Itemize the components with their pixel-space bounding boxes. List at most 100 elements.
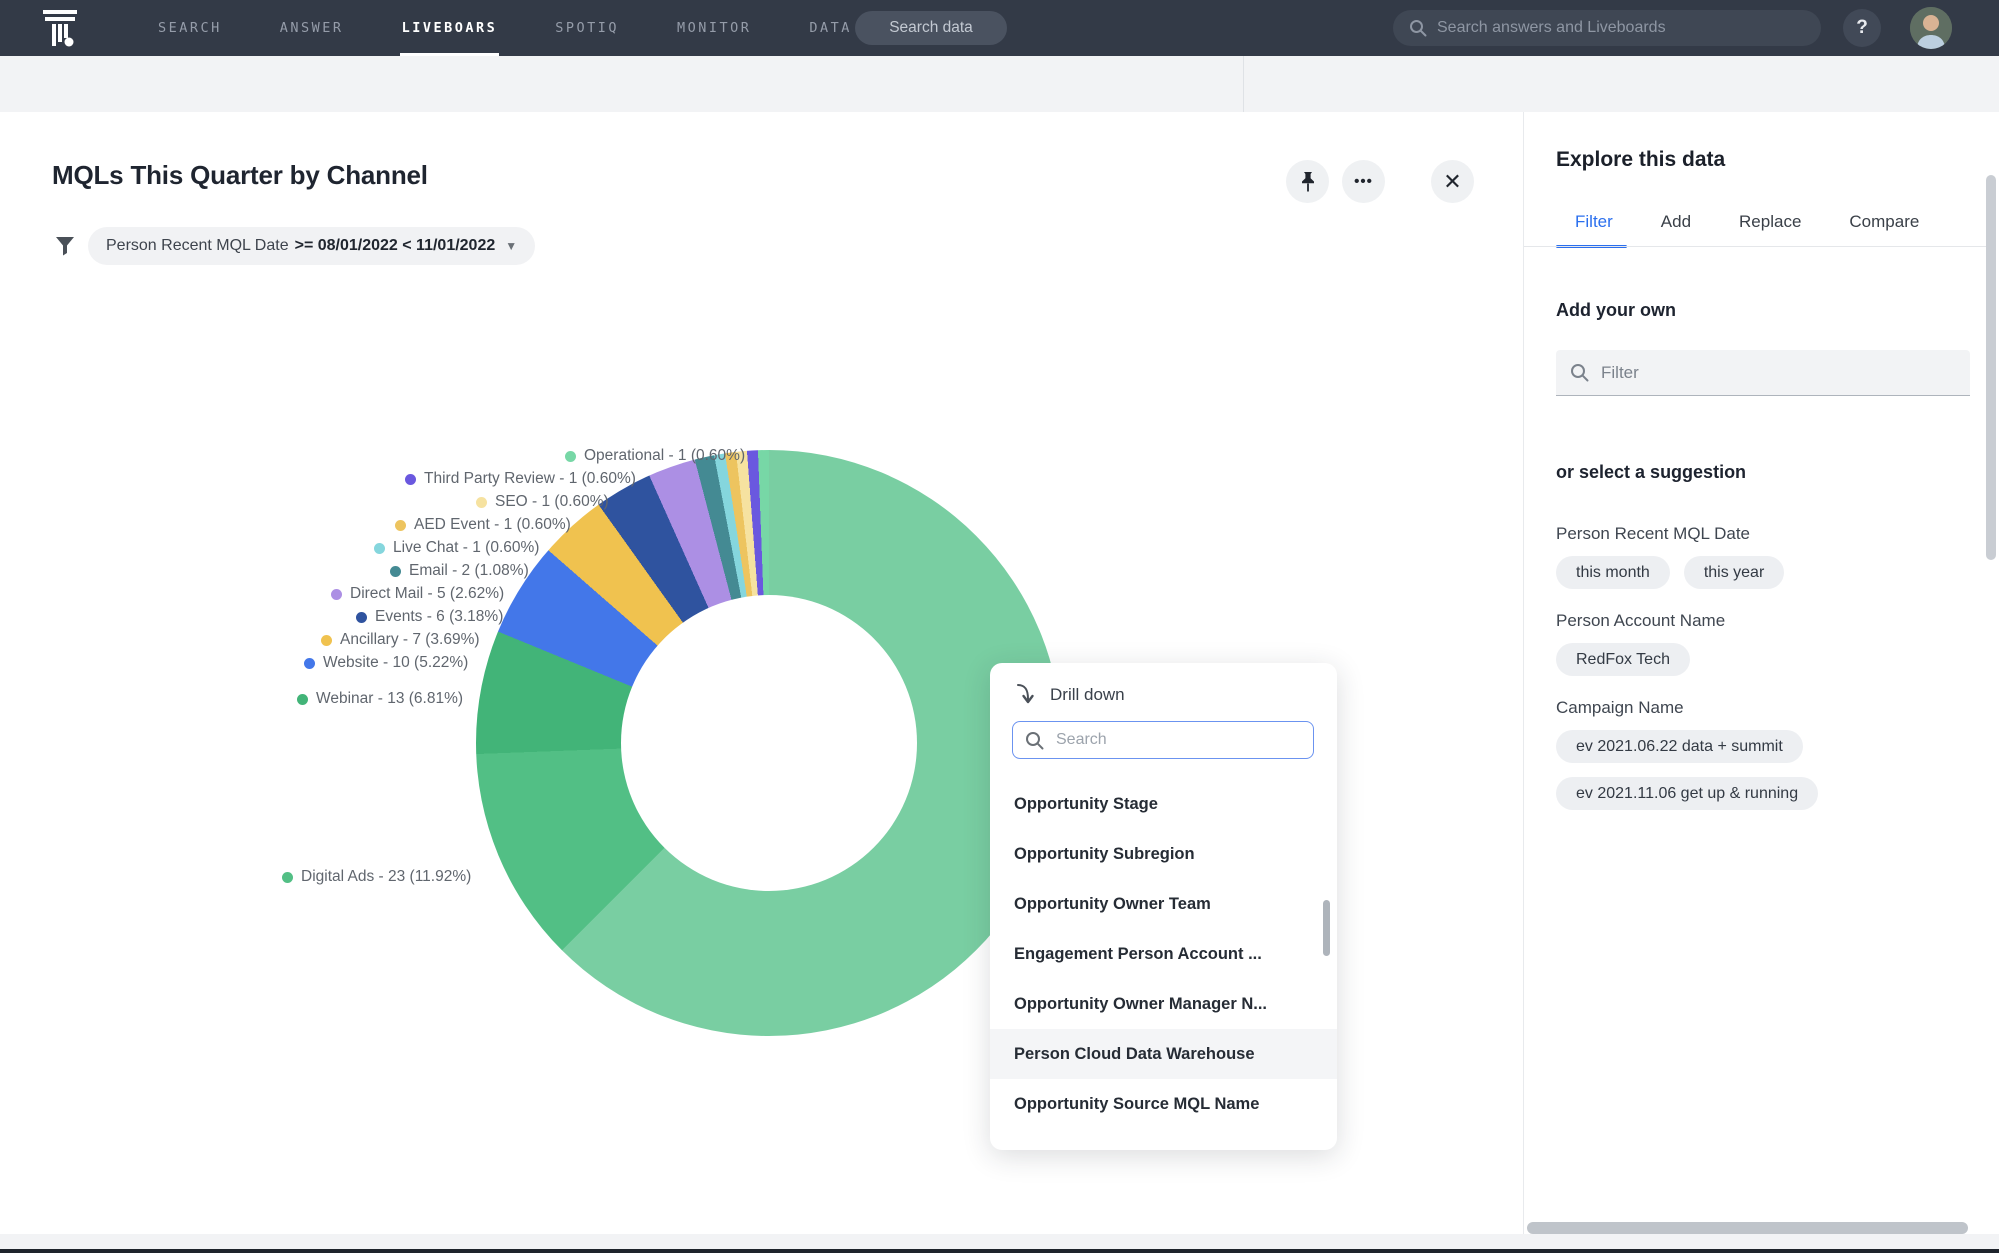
search-data-button[interactable]: Search data — [855, 11, 1007, 45]
suggestion-field-label: Campaign Name — [1556, 698, 1684, 717]
legend-dot — [395, 519, 406, 531]
legend-dot — [476, 496, 487, 508]
legend-item[interactable]: Ancillary - 7 (3.69%) — [321, 631, 480, 649]
search-icon — [1026, 731, 1044, 749]
tab-add[interactable]: Add — [1661, 212, 1691, 248]
legend-label: SEO - 1 (0.60%) — [495, 493, 609, 510]
legend-label: Ancillary - 7 (3.69%) — [340, 631, 480, 648]
user-avatar[interactable] — [1910, 7, 1952, 49]
drill-down-icon — [1017, 684, 1034, 704]
panel-filter-input[interactable]: Filter — [1556, 350, 1970, 396]
bottom-strip — [0, 1234, 1999, 1249]
legend-item[interactable]: Email - 2 (1.08%) — [390, 562, 529, 580]
nav-item-answer[interactable]: ANSWER — [280, 0, 344, 56]
more-options-button[interactable]: ••• — [1342, 160, 1385, 203]
drilldown-popup: Drill down Search Opportunity Stage Oppor… — [990, 663, 1337, 1150]
suggestion-group: Campaign Name ev 2021.06.22 data + summit… — [1556, 698, 1976, 810]
suggestion-chip[interactable]: this month — [1556, 556, 1670, 589]
legend-item[interactable]: Webinar - 13 (6.81%) — [297, 690, 463, 708]
viz-actions: ••• ✕ — [1286, 160, 1474, 203]
add-your-own-heading: Add your own — [1556, 300, 1676, 320]
legend-item[interactable]: Events - 6 (3.18%) — [356, 608, 503, 626]
drilldown-title: Drill down — [1050, 685, 1125, 704]
tab-compare[interactable]: Compare — [1849, 212, 1919, 248]
legend-label: AED Event - 1 (0.60%) — [414, 516, 571, 533]
suggestion-groups: Person Recent MQL Date this month this yea… — [1556, 502, 1976, 820]
help-button[interactable]: ? — [1843, 9, 1881, 47]
bottom-edge-bar — [0, 1249, 1999, 1253]
filter-funnel-icon — [56, 237, 74, 256]
nav-item-search[interactable]: SEARCH — [158, 0, 222, 56]
drilldown-item[interactable]: Opportunity Stage — [990, 779, 1337, 829]
global-search-input[interactable]: Search answers and Liveboards — [1393, 10, 1821, 46]
drilldown-item[interactable]: Opportunity Source MQL Name — [990, 1079, 1337, 1129]
suggestion-chips: this month this year — [1556, 556, 1976, 589]
date-filter-chip[interactable]: Person Recent MQL Date >= 08/01/2022 < 1… — [88, 227, 536, 265]
viz-title: MQLs This Quarter by Channel — [52, 160, 428, 190]
thoughtspot-logo-icon[interactable] — [42, 9, 78, 47]
avatar-photo — [1910, 7, 1952, 49]
suggestion-field-label: Person Recent MQL Date — [1556, 524, 1751, 543]
drilldown-item[interactable]: Engagement Person Account ... — [990, 929, 1337, 979]
nav-item-liveboars[interactable]: LIVEBOARS — [399, 0, 499, 56]
drilldown-search-input[interactable]: Search — [1012, 721, 1314, 759]
suggestion-field-label: Person Account Name — [1556, 611, 1726, 630]
search-icon — [1410, 20, 1427, 37]
pin-button[interactable] — [1286, 160, 1329, 203]
explore-tabs: Filter Add Replace Compare — [1556, 212, 1919, 248]
panel-vertical-scrollbar[interactable] — [1986, 175, 1996, 560]
tab-replace[interactable]: Replace — [1739, 212, 1801, 248]
legend-item[interactable]: SEO - 1 (0.60%) — [476, 493, 609, 511]
legend-dot — [356, 611, 367, 623]
drilldown-scrollbar[interactable] — [1323, 900, 1330, 956]
explore-panel-title: Explore this data — [1556, 148, 1726, 171]
panel-filter-placeholder: Filter — [1601, 362, 1639, 382]
filter-field: Person Recent MQL Date — [106, 237, 289, 254]
chevron-down-icon: ▼ — [505, 239, 518, 253]
suggestion-chips: ev 2021.06.22 data + summit ev 2021.11.06… — [1556, 730, 1976, 810]
suggestion-chips: RedFox Tech — [1556, 643, 1976, 676]
drilldown-item[interactable]: Opportunity Owner Team — [990, 879, 1337, 929]
suggestion-chip[interactable]: RedFox Tech — [1556, 643, 1690, 676]
legend-dot — [297, 693, 308, 705]
legend-label: Third Party Review - 1 (0.60%) — [424, 470, 636, 487]
legend-label: Direct Mail - 5 (2.62%) — [350, 585, 505, 602]
nav-item-monitor[interactable]: MONITOR — [677, 0, 751, 56]
legend-dot — [321, 634, 332, 646]
legend-dot — [390, 565, 401, 577]
legend-item[interactable]: Website - 10 (5.22%) — [304, 654, 468, 672]
suggestion-heading: or select a suggestion — [1556, 462, 1747, 482]
legend-item[interactable]: Live Chat - 1 (0.60%) — [374, 539, 539, 557]
legend-item[interactable]: AED Event - 1 (0.60%) — [395, 516, 571, 534]
legend-item[interactable]: Third Party Review - 1 (0.60%) — [405, 470, 636, 488]
suggestion-group: Person Recent MQL Date this month this yea… — [1556, 524, 1976, 589]
tab-filter[interactable]: Filter — [1556, 212, 1627, 248]
legend-dot — [331, 588, 342, 600]
legend-item[interactable]: Operational - 1 (0.60%) — [565, 447, 745, 465]
pin-icon — [1301, 171, 1314, 191]
legend-item[interactable]: Digital Ads - 23 (11.92%) — [282, 868, 471, 886]
legend-label: Events - 6 (3.18%) — [375, 608, 504, 625]
strip-divider — [1243, 56, 1244, 112]
legend-label: Website - 10 (5.22%) — [323, 654, 469, 671]
drilldown-item[interactable]: Person Cloud Data Warehouse — [990, 1029, 1337, 1079]
drilldown-header: Drill down — [1014, 683, 1125, 707]
drilldown-item[interactable]: Opportunity Subregion — [990, 829, 1337, 879]
page-background-strip — [0, 56, 1999, 112]
drilldown-search-placeholder: Search — [1056, 731, 1107, 748]
filter-condition: >= 08/01/2022 < 11/01/2022 — [294, 237, 496, 254]
search-icon — [1571, 364, 1589, 382]
suggestion-chip[interactable]: ev 2021.11.06 get up & running — [1556, 777, 1819, 810]
panel-horizontal-scrollbar[interactable] — [1527, 1222, 1968, 1234]
nav-item-data[interactable]: DATA — [809, 0, 852, 56]
close-button[interactable]: ✕ — [1431, 160, 1474, 203]
nav-item-spotiq[interactable]: SPOTIQ — [555, 0, 619, 56]
suggestion-chip[interactable]: this year — [1683, 556, 1785, 589]
legend-item[interactable]: Direct Mail - 5 (2.62%) — [331, 585, 504, 603]
nav-menu: SEARCH ANSWER LIVEBOARS SPOTIQ MONITOR DATA — [158, 0, 852, 56]
legend-dot — [405, 473, 416, 485]
drilldown-item[interactable]: Opportunity Owner Manager N... — [990, 979, 1337, 1029]
suggestion-chip[interactable]: ev 2021.06.22 data + summit — [1556, 730, 1803, 763]
legend-label: Digital Ads - 23 (11.92%) — [301, 868, 472, 885]
legend-label: Live Chat - 1 (0.60%) — [393, 539, 540, 556]
